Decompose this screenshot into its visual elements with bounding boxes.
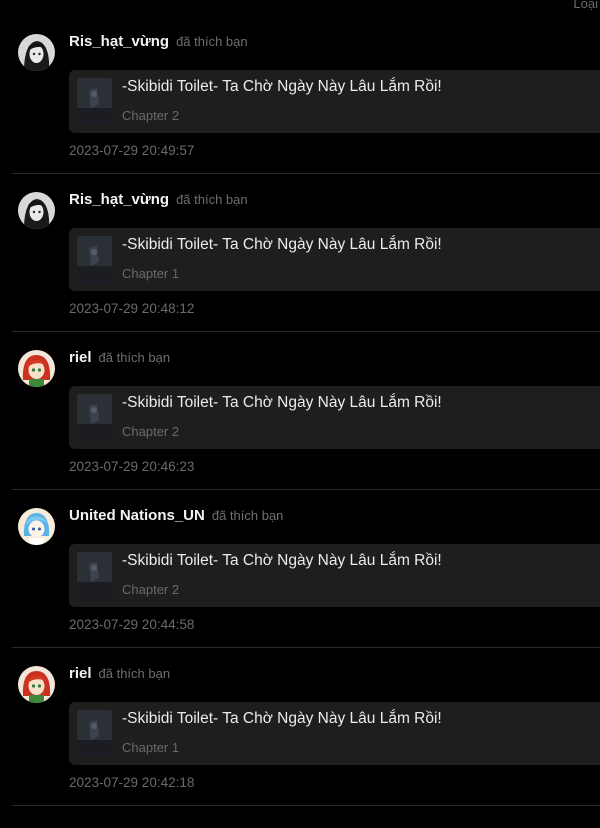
chapter-label: Chapter 1 <box>122 266 180 281</box>
story-thumbnail-image <box>77 552 112 599</box>
story-card[interactable]: -Skibidi Toilet- Ta Chờ Ngày Này Lâu Lắm… <box>69 228 600 291</box>
story-card[interactable]: -Skibidi Toilet- Ta Chờ Ngày Này Lâu Lắm… <box>69 386 600 449</box>
chapter-label: Chapter 2 <box>122 582 180 597</box>
username[interactable]: riel <box>69 349 92 366</box>
username[interactable]: United Nations_UN <box>69 507 205 524</box>
timestamp: 2023-07-29 20:42:18 <box>69 775 195 790</box>
action-text: đã thích bạn <box>211 508 284 523</box>
story-card[interactable]: -Skibidi Toilet- Ta Chờ Ngày Này Lâu Lắm… <box>69 544 600 607</box>
story-title: -Skibidi Toilet- Ta Chờ Ngày Này Lâu Lắm… <box>122 78 442 95</box>
timestamp: 2023-07-29 20:46:23 <box>69 459 195 474</box>
timestamp: 2023-07-29 20:44:58 <box>69 617 195 632</box>
story-thumbnail-image <box>77 394 112 441</box>
red-hair-anime-avatar-icon[interactable] <box>18 666 55 703</box>
username[interactable]: Ris_hạt_vừng <box>69 33 169 50</box>
blue-anime-avatar-icon[interactable] <box>18 508 55 545</box>
story-thumbnail-image <box>77 710 112 757</box>
username[interactable]: riel <box>69 665 92 682</box>
story-title: -Skibidi Toilet- Ta Chờ Ngày Này Lâu Lắm… <box>122 394 442 411</box>
notifications-page: Loại Ris_hạt_vừng đã thích bạn -Skibidi … <box>0 0 600 828</box>
story-title: -Skibidi Toilet- Ta Chờ Ngày Này Lâu Lắm… <box>122 552 442 569</box>
filter-label[interactable]: Loại <box>573 0 598 11</box>
chapter-label: Chapter 2 <box>122 108 180 123</box>
story-card[interactable]: -Skibidi Toilet- Ta Chờ Ngày Này Lâu Lắm… <box>69 70 600 133</box>
timestamp: 2023-07-29 20:49:57 <box>69 143 195 158</box>
red-hair-anime-avatar-icon[interactable] <box>18 350 55 387</box>
story-title: -Skibidi Toilet- Ta Chờ Ngày Này Lâu Lắm… <box>122 236 442 253</box>
story-card[interactable]: -Skibidi Toilet- Ta Chờ Ngày Này Lâu Lắm… <box>69 702 600 765</box>
notification-header: riel đã thích bạn <box>69 665 170 682</box>
story-thumbnail-image <box>77 78 112 125</box>
bw-portrait-avatar-icon[interactable] <box>18 34 55 71</box>
story-title: -Skibidi Toilet- Ta Chờ Ngày Này Lâu Lắm… <box>122 710 442 727</box>
notification-item[interactable]: Ris_hạt_vừng đã thích bạn -Skibidi Toilet… <box>12 16 600 174</box>
notification-header: riel đã thích bạn <box>69 349 170 366</box>
notification-item[interactable]: riel đã thích bạn -Skibidi Toilet- Ta Chờ… <box>12 332 600 490</box>
notification-header: United Nations_UN đã thích bạn <box>69 507 283 524</box>
chapter-label: Chapter 2 <box>122 424 180 439</box>
notification-item[interactable]: Ris_hạt_vừng đã thích bạn -Skibidi Toilet… <box>12 174 600 332</box>
action-text: đã thích bạn <box>176 34 248 49</box>
notification-header: Ris_hạt_vừng đã thích bạn <box>69 33 248 50</box>
notification-item[interactable]: riel đã thích bạn -Skibidi Toilet- Ta Chờ… <box>12 648 600 806</box>
notification-item[interactable]: United Nations_UN đã thích bạn -Skibidi T… <box>12 490 600 648</box>
bw-portrait-avatar-icon[interactable] <box>18 192 55 229</box>
chapter-label: Chapter 1 <box>122 740 180 755</box>
username[interactable]: Ris_hạt_vừng <box>69 191 169 208</box>
story-thumbnail-image <box>77 236 112 283</box>
notification-list: Ris_hạt_vừng đã thích bạn -Skibidi Toilet… <box>0 16 600 806</box>
action-text: đã thích bạn <box>176 192 248 207</box>
notification-header: Ris_hạt_vừng đã thích bạn <box>69 191 248 208</box>
timestamp: 2023-07-29 20:48:12 <box>69 301 195 316</box>
action-text: đã thích bạn <box>98 666 171 681</box>
action-text: đã thích bạn <box>98 350 171 365</box>
